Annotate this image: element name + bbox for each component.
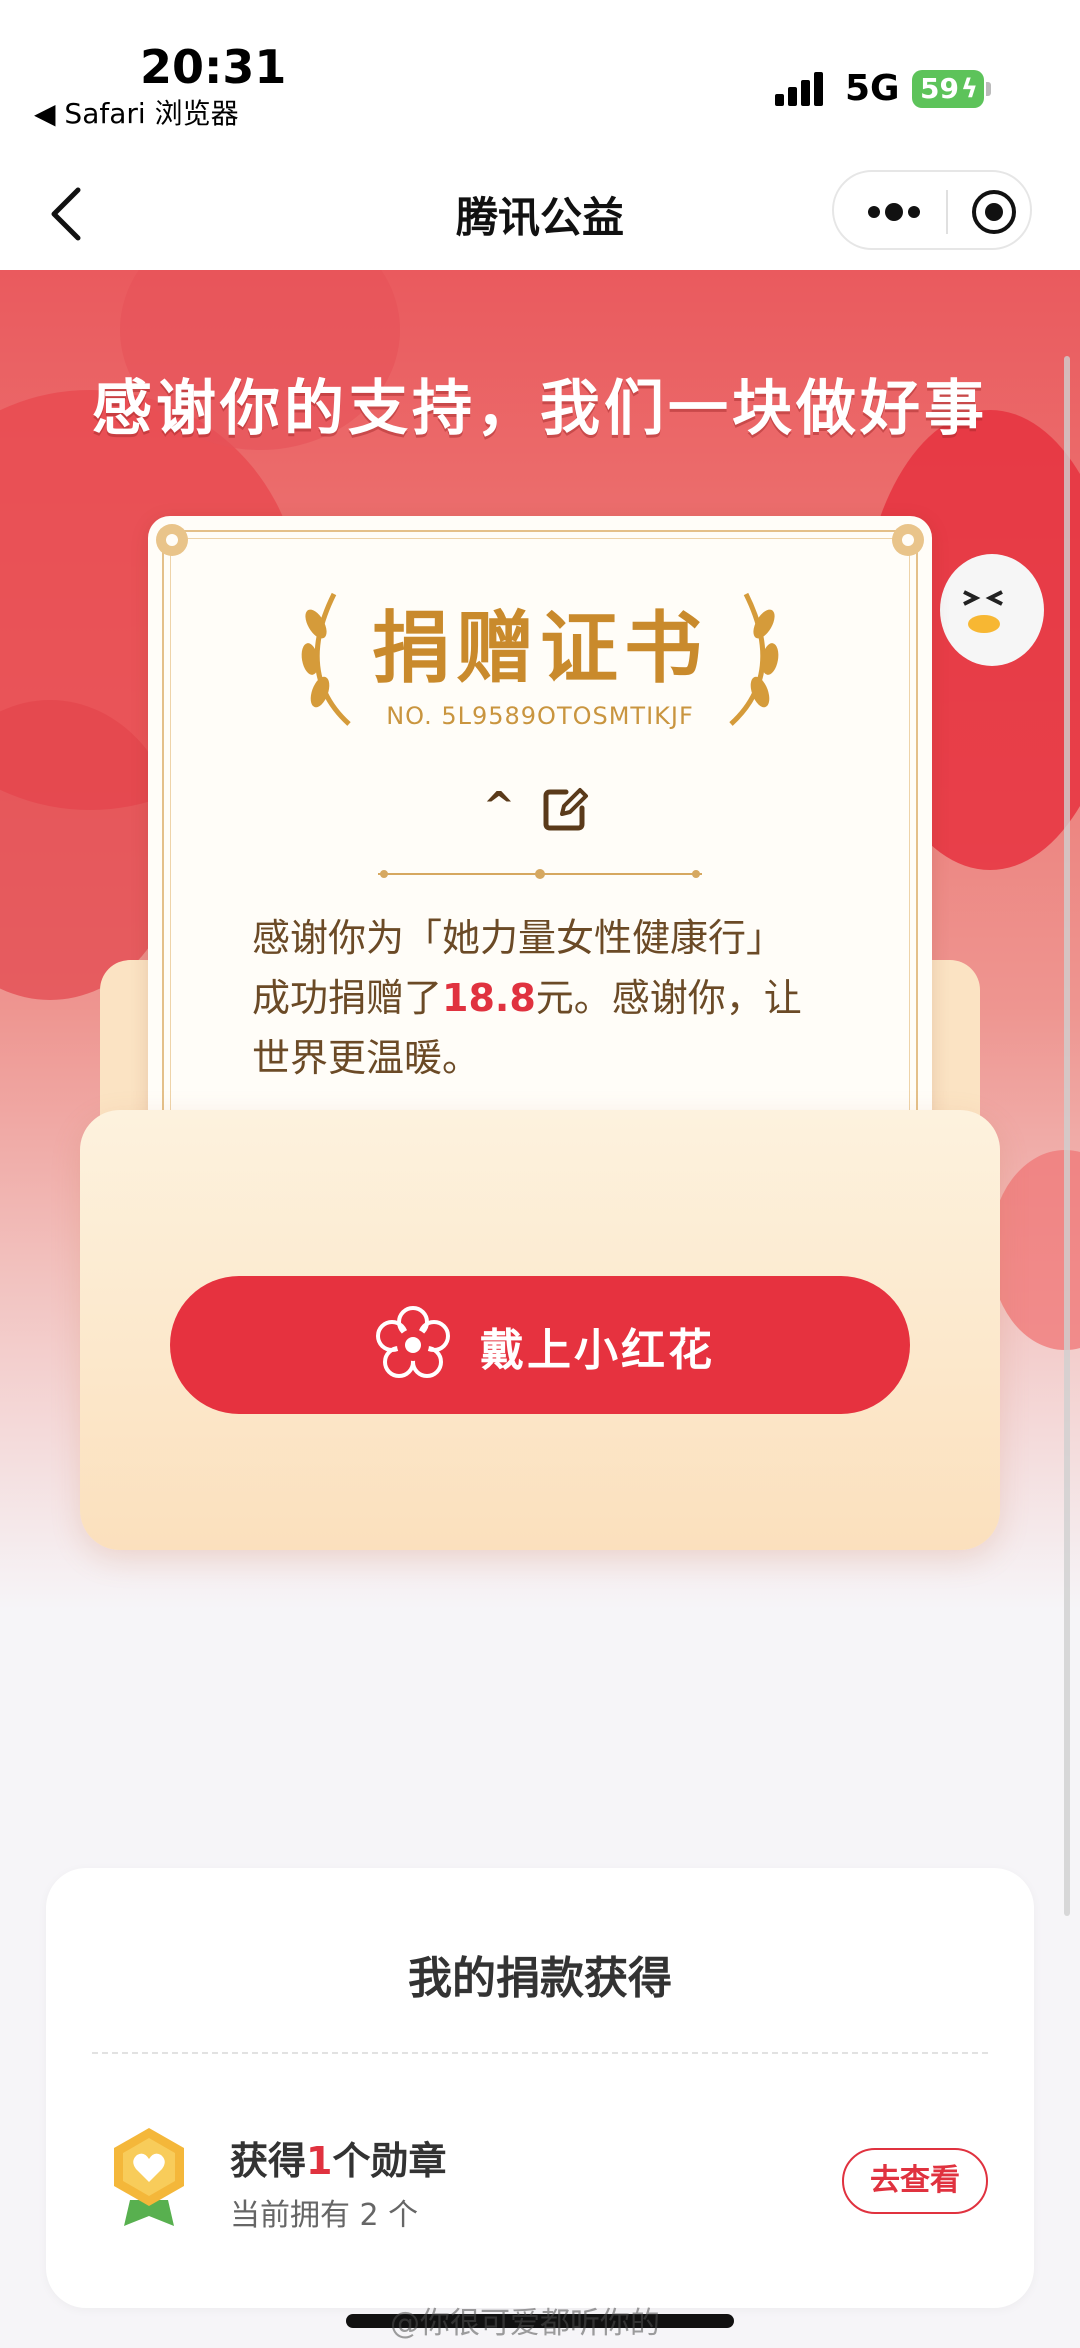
edit-icon[interactable] bbox=[540, 784, 590, 834]
rewards-card-title: 我的捐款获得 bbox=[408, 1953, 672, 2004]
donation-rewards-card: 我的捐款获得 获得1个勋章 当前拥有 2 个 去查看 bbox=[46, 1868, 1034, 2308]
medal-count-title: 获得1个勋章 bbox=[230, 2130, 446, 2185]
certificate-line-1: 感谢你为「她力量女性健康行」 bbox=[252, 916, 785, 960]
medal-owned-subtitle: 当前拥有 2 个 bbox=[230, 2198, 419, 2233]
certificate-line-2: 成功捐赠了18.8元。感谢你，让 bbox=[252, 968, 852, 1028]
hero-section: 感谢你的支持，我们一块做好事 捐赠证书 NO. 5L9589OTOSMTIKJF… bbox=[0, 270, 1080, 1610]
medal-icon bbox=[114, 2128, 184, 2226]
chick-mascot-icon bbox=[940, 554, 1044, 666]
collapse-caret[interactable]: ^ bbox=[483, 784, 515, 828]
certificate-number: NO. 5L9589OTOSMTIKJF bbox=[386, 702, 694, 730]
hero-title: 感谢你的支持，我们一块做好事 bbox=[92, 374, 988, 444]
wear-red-flower-button[interactable]: 戴上小红花 bbox=[170, 1276, 910, 1414]
capsule-divider bbox=[946, 190, 948, 234]
status-time: 20:31 bbox=[140, 40, 287, 94]
red-flower-icon bbox=[376, 1306, 450, 1378]
charging-bolt-icon: ϟ bbox=[960, 74, 978, 104]
certificate-message: 感谢你为「她力量女性健康行」 成功捐赠了18.8元。感谢你，让 世界更温暖。 bbox=[252, 908, 852, 1088]
network-type: 5G bbox=[845, 68, 900, 109]
dashed-divider bbox=[92, 2052, 988, 2054]
back-to-app-link[interactable]: ◀ Safari 浏览器 bbox=[34, 92, 239, 132]
battery-icon: 59 ϟ bbox=[912, 70, 991, 108]
medal-suffix: 个勋章 bbox=[332, 2139, 447, 2183]
decorative-rule bbox=[378, 869, 702, 879]
battery-level: 59 bbox=[920, 72, 959, 105]
corner-flower-icon bbox=[892, 524, 924, 556]
medal-count: 1 bbox=[306, 2139, 333, 2183]
close-target-icon[interactable] bbox=[970, 188, 1018, 236]
certificate-title: 捐赠证书 bbox=[371, 604, 708, 694]
medal-prefix: 获得 bbox=[230, 2139, 307, 2183]
signal-icon bbox=[775, 72, 827, 106]
donation-certificate: 捐赠证书 NO. 5L9589OTOSMTIKJF ^ 感谢你为「她力量女性健康… bbox=[148, 516, 932, 1196]
mini-program-capsule bbox=[832, 170, 1032, 250]
nav-bar: 腾讯公益 bbox=[0, 160, 1080, 270]
more-icon[interactable] bbox=[864, 198, 924, 226]
watermark: @你很可爱都听你的 bbox=[390, 2306, 660, 2341]
wear-red-flower-label: 戴上小红花 bbox=[480, 1325, 715, 1376]
donation-amount: 18.8 bbox=[442, 976, 536, 1020]
view-medals-button[interactable]: 去查看 bbox=[842, 2148, 988, 2214]
certificate-line-3: 世界更温暖。 bbox=[252, 1036, 481, 1080]
corner-flower-icon bbox=[156, 524, 188, 556]
certificate-line-2-post: 元。感谢你，让 bbox=[535, 976, 802, 1020]
status-bar: 20:31 ◀ Safari 浏览器 5G 59 ϟ bbox=[0, 0, 1080, 160]
scrollbar[interactable] bbox=[1064, 356, 1070, 1916]
certificate-line-2-pre: 成功捐赠了 bbox=[252, 976, 443, 1020]
